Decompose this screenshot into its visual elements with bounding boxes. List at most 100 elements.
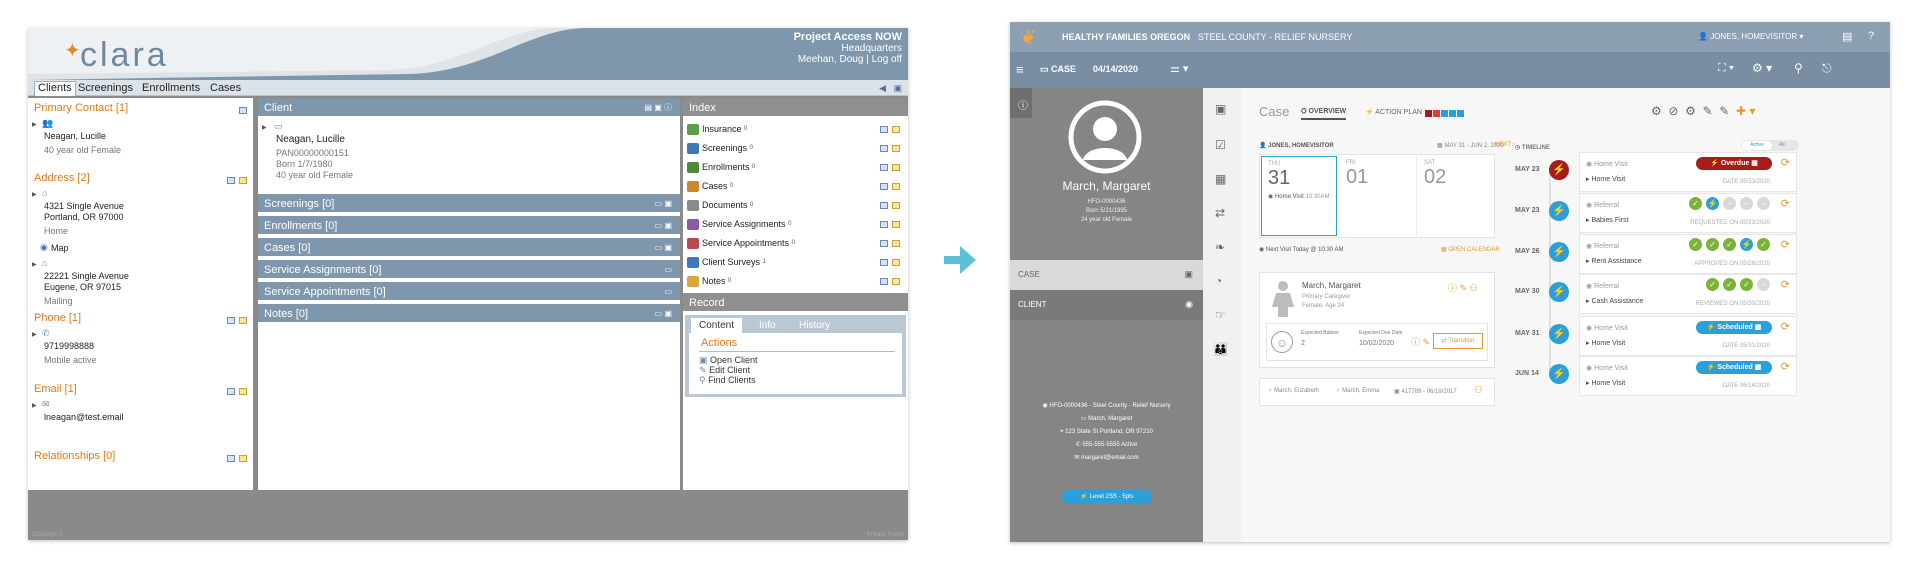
index-item[interactable]: Screenings 0 — [687, 139, 904, 157]
info-tab[interactable]: ⓘ — [1010, 88, 1032, 118]
index-item-actions[interactable] — [876, 177, 900, 195]
help-icon[interactable]: ? — [1868, 30, 1874, 42]
tab-action-plan[interactable]: ⚡ ACTION PLAN — [1365, 108, 1422, 116]
contact-name[interactable]: Neagan, Lucille — [44, 131, 121, 142]
index-item[interactable]: Service Appointments 0 — [687, 234, 904, 252]
status-pill[interactable]: ⚡ Overdue ▦ — [1696, 157, 1772, 170]
timeline-card[interactable]: ◉ Home Visit ▸ Home Visit DATE 06/14/2020 ⚡… — [1579, 356, 1797, 396]
toolbar-icons[interactable]: ⚙ ⊘ ⚙ ✎ ✎ ✚ ▾ — [1651, 104, 1755, 118]
bar-icons[interactable]: ▭ ▣ — [655, 216, 672, 236]
calendar-day-sat[interactable]: SAT 02 — [1418, 155, 1494, 237]
add-icon[interactable]: ✚ ▾ — [1736, 104, 1755, 118]
phone-actions[interactable] — [223, 316, 247, 325]
service-assignments-bar[interactable]: Service Assignments [0] ▭ — [258, 260, 680, 280]
index-item-actions[interactable] — [876, 120, 900, 138]
search-icon[interactable]: ⚲ — [1794, 61, 1803, 75]
index-item[interactable]: Client Surveys 1 — [687, 253, 904, 271]
cases-bar[interactable]: Cases [0] ▭ ▣ — [258, 238, 680, 258]
logout-link[interactable]: Log off — [872, 54, 902, 65]
day-event[interactable]: ◉ Home Visit 10:30AM — [1268, 193, 1330, 200]
find-clients-action[interactable]: ⚲ Find Clients — [699, 375, 758, 385]
index-item[interactable]: Cases 0 — [687, 177, 904, 195]
email-value[interactable]: lneagan@test.email — [44, 412, 124, 423]
index-item-actions[interactable] — [876, 215, 900, 233]
nav-case[interactable]: CASE ▣ — [1010, 260, 1203, 290]
timeline-card[interactable]: ◉ Referral ▸ Cash Assistance REVIEWED ON 0… — [1579, 274, 1797, 314]
family-icon[interactable]: ⚇ — [1474, 385, 1483, 396]
checklist-icon[interactable]: ☑ — [1215, 138, 1226, 152]
index-item[interactable]: Notes 0 — [687, 272, 904, 290]
client-header-icons[interactable]: ▤ ▣ ⓘ — [644, 98, 672, 118]
calendar-next[interactable]: NEXT › — [1495, 142, 1515, 148]
index-item-actions[interactable] — [876, 272, 900, 290]
relationships-actions[interactable] — [223, 454, 247, 463]
service-appointments-bar[interactable]: Service Appointments [0] ▭ — [258, 282, 680, 302]
footer-privacy-link[interactable]: Privacy Policy — [867, 532, 904, 538]
transition-button[interactable]: ⇄ Transition — [1433, 333, 1483, 349]
refresh-icon[interactable]: ⟳ — [1781, 238, 1790, 251]
expand-icon[interactable]: ▶ — [32, 261, 37, 268]
status-pill[interactable]: ⚡ Scheduled ▦ — [1696, 361, 1772, 374]
email-actions[interactable] — [223, 387, 247, 396]
detail-email[interactable]: ✉ margaret@email.com — [1010, 452, 1203, 465]
refresh-icon[interactable]: ⟳ — [1781, 320, 1790, 333]
address-actions[interactable] — [223, 176, 247, 185]
logout-icon[interactable]: ⎋ — [1822, 61, 1832, 76]
dollar-icon[interactable]: ◔ — [1215, 274, 1222, 288]
panel-toggle-icons[interactable]: ◀ ▣ — [879, 83, 902, 94]
refresh-icon[interactable]: ⟳ — [1781, 197, 1790, 210]
tab-overview[interactable]: ⛭ OVERVIEW — [1301, 108, 1347, 120]
expand-icon[interactable]: ▶ — [32, 121, 37, 128]
expand-icon[interactable]: ▶ — [32, 402, 37, 409]
tab-enrollments[interactable]: Enrollments — [142, 82, 200, 94]
enrollments-bar[interactable]: Enrollments [0] ▭ ▣ — [258, 216, 680, 236]
toggle-all[interactable]: All — [1779, 141, 1785, 150]
bar-icons[interactable]: ▭ ▣ — [655, 304, 672, 324]
expand-icon[interactable]: ▶ — [32, 191, 37, 198]
index-item-actions[interactable] — [876, 253, 900, 271]
tab-screenings[interactable]: Screenings — [78, 82, 133, 94]
index-item-actions[interactable] — [876, 158, 900, 176]
open-calendar-link[interactable]: ▦ OPEN CALENDAR — [1441, 246, 1500, 253]
document-icon[interactable]: ▤ — [1842, 30, 1852, 43]
user-menu[interactable]: 👤 JONES, HOMEVISITOR ▾ — [1698, 32, 1803, 41]
index-item[interactable]: Insurance 0 — [687, 120, 904, 138]
notes-bar[interactable]: Notes [0] ▭ ▣ — [258, 304, 680, 324]
briefcase-icon[interactable]: ▣ — [1215, 102, 1226, 116]
tab-content[interactable]: Content — [691, 318, 743, 333]
bar-icons[interactable]: ▭ ▣ — [655, 238, 672, 258]
timeline-card[interactable]: ◉ Referral ▸ Rent Assistance APPROVED ON 0… — [1579, 234, 1797, 274]
refresh-icon[interactable]: ⟳ — [1781, 360, 1790, 373]
refresh-icon[interactable]: ⟳ — [1781, 156, 1790, 169]
timeline-card[interactable]: ◉ Home Visit ▸ Home Visit DATE 05/31/2020 ⚡… — [1579, 316, 1797, 356]
map-link[interactable]: Map — [51, 243, 69, 254]
toggle-active[interactable]: Active — [1742, 141, 1772, 150]
family-member-1[interactable]: ♀ March, Elizabeth — [1268, 388, 1319, 394]
calendar-day-fri[interactable]: FRI 01 — [1340, 155, 1417, 237]
tab-cases[interactable]: Cases — [210, 82, 241, 94]
settings-icon[interactable]: ⚙ ▾ — [1752, 61, 1772, 75]
index-item[interactable]: Documents 0 — [687, 196, 904, 214]
hand-icon[interactable]: ☞ — [1215, 308, 1226, 322]
timeline-toggle[interactable]: Active All — [1741, 140, 1799, 151]
transfer-icon[interactable]: ⇄ — [1215, 206, 1225, 220]
calendar-icon[interactable]: ▦ — [1215, 172, 1226, 186]
family-record[interactable]: ▣ 417789 - 06/19/2017 — [1394, 388, 1457, 395]
menu-icon[interactable]: ≡ — [1016, 62, 1024, 77]
bar-icons[interactable]: ▭ — [664, 260, 672, 280]
index-item-actions[interactable] — [876, 139, 900, 157]
family-member-2[interactable]: ♀ March, Emma — [1336, 388, 1380, 394]
status-pill[interactable]: ⚡ Scheduled ▦ — [1696, 321, 1772, 334]
index-item-actions[interactable] — [876, 196, 900, 214]
index-item-actions[interactable] — [876, 234, 900, 252]
bar-icons[interactable]: ▭ — [664, 282, 672, 302]
timeline-card[interactable]: ◉ Referral ▸ Babies First REQUESTED ON 05/… — [1579, 193, 1797, 233]
open-client-action[interactable]: ▣ Open Client — [699, 355, 758, 365]
refresh-icon[interactable]: ⟳ — [1781, 278, 1790, 291]
screenings-bar[interactable]: Screenings [0] ▭ ▣ — [258, 194, 680, 214]
expand-icon[interactable]: ▶ — [32, 331, 37, 338]
edit-client-action[interactable]: ✎ Edit Client — [699, 365, 758, 375]
client-name[interactable]: Neagan, Lucille — [276, 134, 353, 145]
tab-clients[interactable]: Clients — [34, 81, 76, 96]
filter-icon[interactable]: ⚌ ▾ — [1170, 62, 1188, 75]
